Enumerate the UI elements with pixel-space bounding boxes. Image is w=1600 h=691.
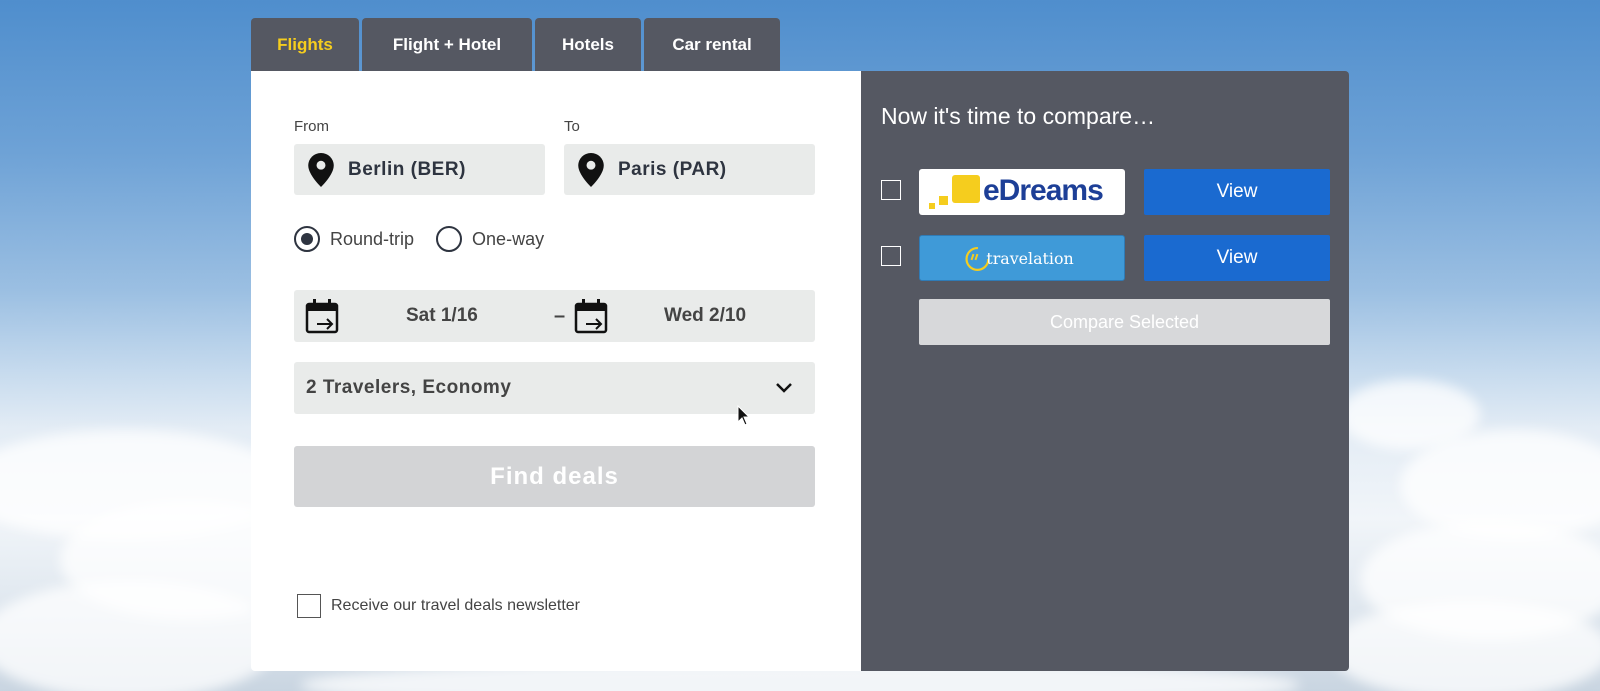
from-label: From xyxy=(294,118,329,135)
tab-hotels[interactable]: Hotels xyxy=(535,18,641,71)
round-trip-radio[interactable] xyxy=(294,226,320,252)
date-separator: – xyxy=(554,304,566,327)
travelation-view-button[interactable]: View xyxy=(1144,235,1330,281)
calendar-icon xyxy=(305,299,339,334)
from-value: Berlin (BER) xyxy=(348,158,466,180)
tab-car-rental[interactable]: Car rental xyxy=(644,18,780,71)
tab-flights-label: Flights xyxy=(277,34,333,54)
edreams-view-button[interactable]: View xyxy=(1144,169,1330,215)
travelation-logo-mark: travelation xyxy=(965,247,1074,271)
from-field[interactable]: Berlin (BER) xyxy=(294,144,545,195)
tab-hotels-label: Hotels xyxy=(562,34,614,54)
map-pin-icon xyxy=(578,152,604,187)
tab-flight-hotel-label: Flight + Hotel xyxy=(392,34,502,54)
chevron-down-icon xyxy=(776,383,792,393)
edreams-logo: eDreams xyxy=(919,169,1125,215)
search-tabs: Flights Flight + Hotel Hotels Car rental xyxy=(251,18,780,71)
newsletter-option: Receive our travel deals newsletter xyxy=(297,594,580,618)
compare-selected-button[interactable]: Compare Selected xyxy=(919,299,1330,345)
newsletter-checkbox[interactable] xyxy=(297,594,321,618)
date-range-field[interactable]: Sat 1/16 – Wed 2/10 xyxy=(294,290,815,342)
one-way-label[interactable]: One-way xyxy=(472,229,544,250)
newsletter-label[interactable]: Receive our travel deals newsletter xyxy=(331,597,580,615)
find-deals-button[interactable]: Find deals xyxy=(294,446,815,507)
to-value: Paris (PAR) xyxy=(618,158,727,180)
depart-date[interactable]: Sat 1/16 xyxy=(406,305,478,327)
to-field[interactable]: Paris (PAR) xyxy=(564,144,815,195)
travelers-value: 2 Travelers, Economy xyxy=(306,377,512,398)
tab-flight-hotel[interactable]: Flight + Hotel xyxy=(362,18,532,71)
compare-title: Now it's time to compare… xyxy=(881,103,1156,129)
mouse-cursor-icon xyxy=(737,405,751,426)
edreams-checkbox[interactable] xyxy=(881,180,901,200)
radio-selected-dot xyxy=(301,233,313,245)
return-date[interactable]: Wed 2/10 xyxy=(664,305,746,327)
trip-type-group: Round-trip One-way xyxy=(294,226,544,252)
travelation-logo: travelation xyxy=(919,235,1125,281)
one-way-radio[interactable] xyxy=(436,226,463,252)
round-trip-label[interactable]: Round-trip xyxy=(330,229,414,250)
flight-search-form: From To Berlin (BER) Paris (PAR) Round-t… xyxy=(251,71,861,671)
to-label: To xyxy=(564,118,580,135)
tab-car-rental-label: Car rental xyxy=(672,34,752,54)
travelation-checkbox[interactable] xyxy=(881,246,901,266)
svg-text:travelation: travelation xyxy=(986,249,1073,268)
calendar-icon xyxy=(574,299,608,334)
edreams-logo-mark: eDreams xyxy=(929,174,1104,209)
map-pin-icon xyxy=(308,152,334,187)
tab-flights[interactable]: Flights xyxy=(251,18,359,71)
compare-panel: Now it's time to compare… eDreams View t… xyxy=(861,71,1349,671)
svg-text:eDreams: eDreams xyxy=(983,174,1103,207)
